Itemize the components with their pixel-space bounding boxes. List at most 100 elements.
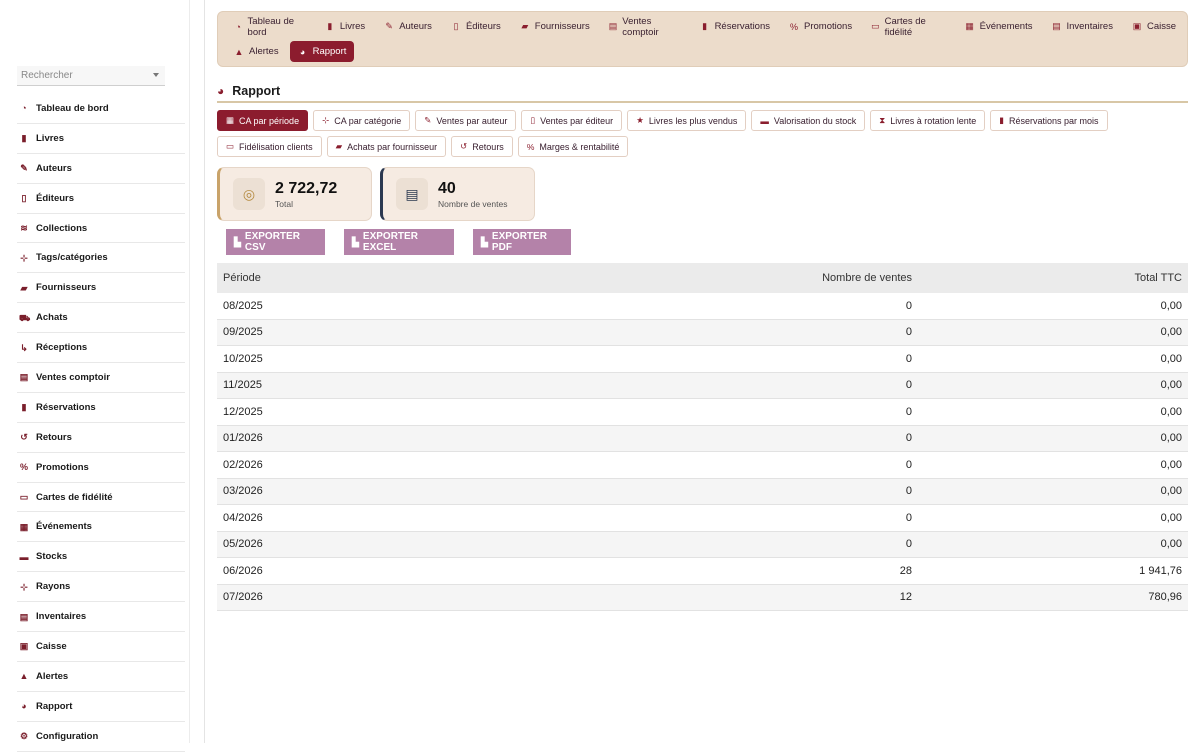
- top-nav-item-label: Caisse: [1146, 21, 1176, 32]
- column-header-period[interactable]: Période: [217, 272, 637, 284]
- sidebar-item-retours[interactable]: ↺ Retours: [17, 423, 185, 453]
- export-csv-button[interactable]: ▙ EXPORTER CSV: [226, 229, 325, 255]
- table-row: 05/2026 0 0,00: [217, 531, 1188, 558]
- top-nav-item-evenements[interactable]: ▦ Événements: [957, 16, 1041, 37]
- column-header-sales-count[interactable]: Nombre de ventes: [637, 272, 912, 284]
- cell-period: 10/2025: [223, 352, 263, 365]
- sidebar-item-reservations[interactable]: ▮ Réservations: [17, 393, 185, 423]
- sidebar-item-tableau-de-bord[interactable]: ◔ Tableau de bord: [17, 94, 185, 124]
- table-row: 03/2026 0 0,00: [217, 478, 1188, 505]
- top-nav-item-alertes[interactable]: ▲ Alertes: [226, 41, 287, 62]
- sidebar-item-label: Caisse: [36, 640, 67, 652]
- table-header: Période Nombre de ventes Total TTC: [217, 263, 1188, 293]
- top-nav-item-label: Livres: [339, 21, 366, 32]
- top-nav-item-livres[interactable]: ▮ Livres: [317, 16, 373, 37]
- report-tab-fidelisation-clients[interactable]: ▭ Fidélisation clients: [217, 136, 322, 157]
- id-card-icon: ▭: [871, 21, 880, 31]
- table-row: 02/2026 0 0,00: [217, 452, 1188, 479]
- sidebar-item-achats[interactable]: ⛟ Achats: [17, 303, 185, 334]
- sidebar-item-label: Stocks: [36, 551, 68, 563]
- cell-sales-count: 0: [905, 326, 912, 339]
- sidebar-item-collections[interactable]: ≋ Collections: [17, 214, 185, 244]
- sidebar-item-label: Promotions: [36, 461, 89, 473]
- sidebar-item-caisse[interactable]: ▣ Caisse: [17, 632, 185, 662]
- sidebar-item-editeurs[interactable]: ▯ Éditeurs: [17, 184, 185, 214]
- table-row: 11/2025 0 0,00: [217, 372, 1188, 399]
- export-pdf-button[interactable]: ▙ EXPORTER PDF: [473, 229, 571, 255]
- chart-pie-icon: ◕: [217, 83, 225, 98]
- report-tab-achats-par-fournisseur[interactable]: ▰ Achats par fournisseur: [326, 136, 447, 157]
- warehouse-icon: ▬: [19, 551, 29, 562]
- table-row: 07/2026 12 780,96: [217, 584, 1188, 611]
- sidebar-item-rapport[interactable]: ◕ Rapport: [17, 692, 185, 722]
- sidebar-item-label: Réservations: [36, 401, 96, 413]
- sidebar-item-auteurs[interactable]: ✎ Auteurs: [17, 154, 185, 184]
- sidebar-item-fournisseurs[interactable]: ▰ Fournisseurs: [17, 273, 185, 304]
- report-tab-valorisation-du-stock[interactable]: ▬ Valorisation du stock: [751, 110, 866, 131]
- sidebar-item-alertes[interactable]: ▲ Alertes: [17, 662, 185, 692]
- receipt-icon: ▤: [396, 178, 428, 210]
- sidebar-item-promotions[interactable]: % Promotions: [17, 453, 185, 483]
- top-nav-row-1: ◔ Tableau de bord ▮ Livres ✎ Auteurs ▯ Éditeurs…: [226, 16, 1187, 38]
- sidebar-item-label: Rayons: [36, 581, 71, 593]
- report-tabs: ▦ CA par période ⊹ CA par catégorie ✎ Ventes …: [217, 110, 1192, 162]
- report-tab-livres-a-rotation-lente[interactable]: ⧗ Livres à rotation lente: [870, 110, 986, 131]
- sidebar-item-label: Configuration: [36, 730, 99, 742]
- report-tab-ca-par-categorie[interactable]: ⊹ CA par catégorie: [313, 110, 411, 131]
- sidebar-item-configuration[interactable]: ⚙ Configuration: [17, 722, 185, 752]
- report-tab-marges-rentabilite[interactable]: % Marges & rentabilité: [517, 136, 629, 157]
- sidebar-item-receptions[interactable]: ↳ Réceptions: [17, 333, 185, 364]
- bookmark-icon: ▮: [702, 21, 708, 31]
- top-nav: ◔ Tableau de bord ▮ Livres ✎ Auteurs ▯ Éditeurs…: [217, 11, 1188, 67]
- cell-total: 0,00: [1160, 538, 1182, 551]
- cell-total: 0,00: [1160, 511, 1182, 524]
- top-nav-item-auteurs[interactable]: ✎ Auteurs: [376, 16, 440, 37]
- cell-total: 0,00: [1160, 458, 1182, 471]
- report-tab-retours[interactable]: ↺ Retours: [451, 136, 513, 157]
- top-nav-item-rapport[interactable]: ◕ Rapport: [289, 41, 355, 62]
- sidebar-item-rayons[interactable]: ⊹ Rayons: [17, 572, 185, 603]
- report-tab-ventes-par-auteur[interactable]: ✎ Ventes par auteur: [415, 110, 517, 131]
- top-nav-item-label: Auteurs: [399, 21, 432, 32]
- top-nav-item-reservations[interactable]: ▮ Réservations: [692, 16, 778, 37]
- feather-icon: ✎: [385, 21, 393, 31]
- stat-sales-value: 40: [438, 179, 456, 197]
- sidebar-item-tags-categories[interactable]: ⊹ Tags/catégories: [17, 243, 185, 274]
- cell-period: 08/2025: [223, 299, 263, 312]
- sidebar-item-cartes-de-fidelite[interactable]: ▭ Cartes de fidélité: [17, 483, 185, 513]
- column-header-total[interactable]: Total TTC: [912, 272, 1182, 284]
- sidebar-item-ventes-comptoir[interactable]: ▤ Ventes comptoir: [17, 363, 185, 393]
- cell-sales-count: 0: [905, 352, 912, 365]
- sidebar-item-inventaires[interactable]: ▤ Inventaires: [17, 602, 185, 633]
- chevron-down-icon[interactable]: [153, 73, 159, 77]
- feather-icon: ✎: [424, 115, 432, 125]
- bookmark-icon: ▮: [999, 115, 1004, 125]
- file-icon: ▙: [481, 236, 488, 247]
- top-nav-item-ventes-comptoir[interactable]: ▤ Ventes comptoir: [601, 16, 689, 38]
- report-tab-livres-les-plus-vendus[interactable]: ★ Livres les plus vendus: [627, 110, 747, 131]
- top-nav-item-promotions[interactable]: % Promotions: [781, 16, 860, 37]
- sidebar-item-stocks[interactable]: ▬ Stocks: [17, 542, 185, 573]
- report-tab-ca-par-periode[interactable]: ▦ CA par période: [217, 110, 309, 131]
- report-tab-label: Livres à rotation lente: [890, 115, 977, 126]
- calendar-icon: ▦: [19, 521, 29, 532]
- sidebar-item-label: Auteurs: [36, 162, 72, 174]
- money-icon: ▣: [19, 641, 29, 652]
- top-nav-item-cartes-de-fidelite[interactable]: ▭ Cartes de fidélité: [863, 16, 954, 38]
- top-nav-item-inventaires[interactable]: ▤ Inventaires: [1043, 16, 1120, 37]
- truck-icon: ▰: [20, 282, 28, 293]
- export-excel-button[interactable]: ▙ EXPORTER EXCEL: [344, 229, 454, 255]
- top-nav-item-fournisseurs[interactable]: ▰ Fournisseurs: [512, 16, 598, 37]
- top-nav-item-editeurs[interactable]: ▯ Éditeurs: [443, 16, 509, 37]
- sidebar-nav: ◔ Tableau de bord ▮ Livres ✎ Auteurs ▯ Éditeurs…: [17, 94, 185, 752]
- cell-sales-count: 0: [905, 379, 912, 392]
- sidebar-item-evenements[interactable]: ▦ Événements: [17, 512, 185, 543]
- search-select[interactable]: Rechercher: [17, 66, 165, 86]
- top-nav-item-tableau-de-bord[interactable]: ◔ Tableau de bord: [226, 16, 314, 38]
- top-nav-item-caisse[interactable]: ▣ Caisse: [1124, 16, 1184, 37]
- building-icon: ▯: [453, 21, 459, 31]
- report-tab-ventes-par-editeur[interactable]: ▯ Ventes par éditeur: [521, 110, 623, 131]
- sidebar-item-livres[interactable]: ▮ Livres: [17, 124, 185, 154]
- table-row: 01/2026 0 0,00: [217, 425, 1188, 452]
- report-tab-reservations-par-mois[interactable]: ▮ Réservations par mois: [990, 110, 1108, 131]
